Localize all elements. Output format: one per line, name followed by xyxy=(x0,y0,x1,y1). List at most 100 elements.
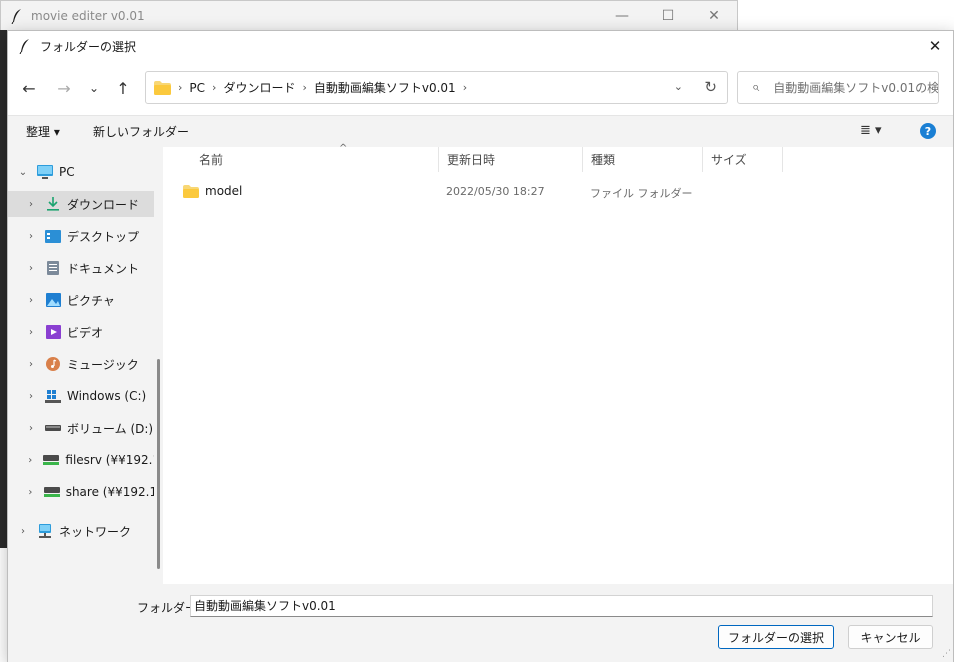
feather-icon xyxy=(7,6,27,26)
network-drive-icon xyxy=(43,453,60,467)
column-header-size[interactable]: サイズ xyxy=(703,147,783,172)
feather-icon xyxy=(16,37,34,55)
sidebar-item-network[interactable]: › ネットワーク xyxy=(8,518,154,544)
sidebar-item-videos[interactable]: › ビデオ xyxy=(8,319,154,345)
maximize-button[interactable]: ☐ xyxy=(645,1,691,30)
chevron-right-icon[interactable]: › xyxy=(25,199,37,210)
breadcrumb-separator[interactable]: › xyxy=(302,81,306,94)
resize-grip-icon[interactable]: ⋰ xyxy=(942,649,951,659)
sort-ascending-icon: ^ xyxy=(339,143,348,154)
chevron-down-icon[interactable]: ⌄ xyxy=(674,80,683,93)
chevron-right-icon[interactable]: › xyxy=(17,526,29,537)
breadcrumb-downloads[interactable]: ダウンロード xyxy=(223,79,295,96)
file-name[interactable]: model xyxy=(205,184,242,198)
sidebar-item-documents[interactable]: › ドキュメント xyxy=(8,255,154,281)
file-modified: 2022/05/30 18:27 xyxy=(446,185,545,198)
scrollbar-thumb[interactable] xyxy=(157,359,160,569)
network-drive-icon xyxy=(43,485,60,499)
organize-button[interactable]: 整理 ▾ xyxy=(26,123,60,140)
help-icon[interactable]: ? xyxy=(920,123,936,139)
folder-select-dialog: フォルダーの選択 ✕ ← → ⌄ ↑ › PC › ダウンロード › 自動動画編… xyxy=(7,30,954,662)
file-list: 名前 ^ 更新日時 種類 サイズ model 2022/05/30 18:27 … xyxy=(163,143,953,584)
refresh-icon[interactable]: ↻ xyxy=(704,78,717,96)
sidebar-item-label: デスクトップ xyxy=(67,229,140,244)
column-header-name[interactable]: 名前 ^ xyxy=(191,143,439,172)
sidebar-item-label: Windows (C:) xyxy=(67,389,147,403)
sidebar-item-filesrv[interactable]: › filesrv (¥¥192.16 xyxy=(8,447,154,473)
sidebar-item-label: PC xyxy=(59,165,75,179)
network-icon xyxy=(37,524,53,538)
sidebar-item-label: ダウンロード xyxy=(67,197,140,212)
pictures-icon xyxy=(45,293,61,307)
up-button[interactable]: ↑ xyxy=(111,76,135,100)
desktop-icon xyxy=(45,229,61,243)
chevron-right-icon[interactable]: › xyxy=(25,455,35,466)
chevron-down-icon[interactable]: ⌄ xyxy=(17,167,29,178)
back-button[interactable]: ← xyxy=(17,76,41,100)
folder-name-input[interactable]: 自動動画編集ソフトv0.01 xyxy=(190,595,933,617)
address-bar[interactable]: › PC › ダウンロード › 自動動画編集ソフトv0.01 › ⌄ ↻ xyxy=(145,71,728,104)
chevron-right-icon[interactable]: › xyxy=(25,263,37,274)
window-controls: — ☐ ✕ xyxy=(599,1,737,30)
sidebar-item-label: ネットワーク xyxy=(59,524,132,539)
sidebar-item-label: filesrv (¥¥192.16 xyxy=(65,453,154,467)
search-box[interactable]: ⌕ 自動動画編集ソフトv0.01の検索 xyxy=(737,71,939,104)
chevron-right-icon[interactable]: › xyxy=(25,231,37,242)
recent-locations-button[interactable]: ⌄ xyxy=(82,76,106,100)
file-type: ファイル フォルダー xyxy=(590,187,693,200)
dialog-titlebar: フォルダーの選択 ✕ xyxy=(8,31,953,61)
breadcrumb-separator[interactable]: › xyxy=(463,81,467,94)
sidebar-item-pictures[interactable]: › ピクチャ xyxy=(8,287,154,313)
chevron-right-icon[interactable]: › xyxy=(25,391,37,402)
folder-icon xyxy=(154,80,171,95)
sidebar-item-label: ドキュメント xyxy=(67,261,140,276)
search-icon: ⌕ xyxy=(752,80,760,95)
drive-icon xyxy=(45,421,61,435)
sidebar-item-windows-c[interactable]: › Windows (C:) xyxy=(8,383,154,409)
sidebar-item-pc[interactable]: ⌄ PC xyxy=(8,159,154,185)
sidebar-item-label: share (¥¥192.16 xyxy=(65,485,154,499)
sidebar-scrollbar[interactable] xyxy=(155,147,163,584)
sidebar-item-desktop[interactable]: › デスクトップ xyxy=(8,223,154,249)
chevron-right-icon[interactable]: › xyxy=(25,359,37,370)
sidebar-item-downloads[interactable]: › ダウンロード xyxy=(8,191,154,217)
sidebar-item-label: ピクチャ xyxy=(67,293,115,308)
column-header-modified[interactable]: 更新日時 xyxy=(439,147,583,172)
videos-icon xyxy=(45,325,61,339)
close-button[interactable]: ✕ xyxy=(691,1,737,30)
chevron-right-icon[interactable]: › xyxy=(25,327,37,338)
dialog-close-button[interactable]: ✕ xyxy=(923,34,947,58)
minimize-button[interactable]: — xyxy=(599,1,645,30)
list-item[interactable]: model xyxy=(183,180,242,202)
breadcrumb-pc[interactable]: PC xyxy=(189,81,205,95)
navigation-bar: ← → ⌄ ↑ › PC › ダウンロード › 自動動画編集ソフトv0.01 ›… xyxy=(8,61,953,115)
breadcrumb-current-folder[interactable]: 自動動画編集ソフトv0.01 xyxy=(314,79,456,96)
forward-button[interactable]: → xyxy=(52,76,76,100)
chevron-right-icon[interactable]: › xyxy=(25,423,37,434)
search-input[interactable]: 自動動画編集ソフトv0.01の検索 xyxy=(773,79,938,96)
chevron-right-icon[interactable]: › xyxy=(25,487,36,498)
select-folder-button[interactable]: フォルダーの選択 xyxy=(718,625,834,649)
sidebar-item-music[interactable]: › ミュージック xyxy=(8,351,154,377)
download-icon xyxy=(45,197,61,211)
sidebar-item-share[interactable]: › share (¥¥192.16 xyxy=(8,479,154,505)
app-title: movie editer v0.01 xyxy=(31,8,145,23)
view-options-button[interactable]: ≣ ▾ xyxy=(860,123,882,138)
breadcrumb-separator[interactable]: › xyxy=(212,81,216,94)
windows-drive-icon xyxy=(45,389,61,403)
breadcrumb-separator: › xyxy=(178,81,183,94)
sidebar-item-label: ミュージック xyxy=(67,357,139,372)
sidebar-item-label: ボリューム (D:) xyxy=(67,421,154,436)
sidebar-item-volume-d[interactable]: › ボリューム (D:) xyxy=(8,415,154,441)
cancel-button[interactable]: キャンセル xyxy=(848,625,933,649)
new-folder-button[interactable]: 新しいフォルダー xyxy=(93,123,189,140)
column-label: 更新日時 xyxy=(447,153,496,167)
column-label: 名前 xyxy=(199,153,224,167)
sidebar-item-label: ビデオ xyxy=(67,325,104,340)
chevron-right-icon[interactable]: › xyxy=(25,295,37,306)
dialog-title: フォルダーの選択 xyxy=(40,39,137,54)
column-header-type[interactable]: 種類 xyxy=(583,147,703,172)
folder-icon xyxy=(183,184,199,198)
column-label: サイズ xyxy=(711,153,747,167)
pc-icon xyxy=(37,165,53,179)
